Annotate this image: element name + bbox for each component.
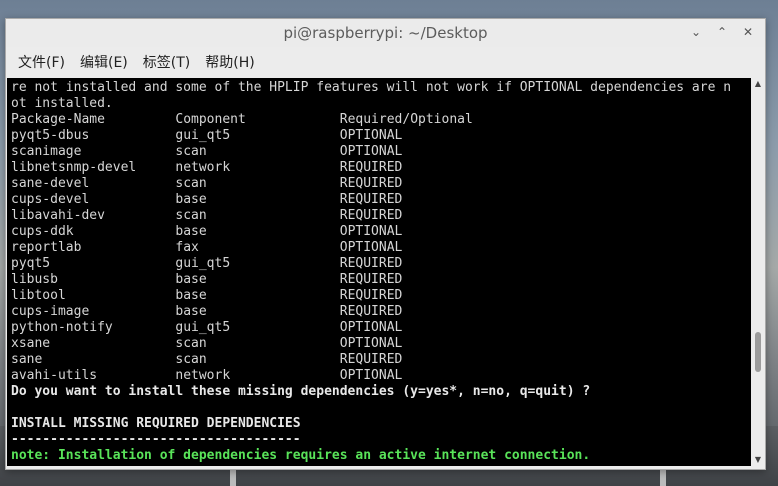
install-prompt: Do you want to install these missing dep… [11, 384, 591, 399]
table-row: pyqt5 gui_qt5 REQUIRED [11, 256, 751, 272]
row-name: sane [11, 352, 176, 367]
row-req: REQUIRED [339, 256, 403, 271]
table-row: libnetsnmp-devel network REQUIRED [11, 160, 751, 176]
table-row: sane-devel scan REQUIRED [11, 176, 751, 192]
row-name: pyqt5 [11, 256, 176, 271]
window-title: pi@raspberrypi: ~/Desktop [283, 24, 488, 42]
header-package: Package-Name [11, 112, 176, 127]
row-req: OPTIONAL [339, 320, 403, 335]
row-req: REQUIRED [339, 272, 403, 287]
row-req: REQUIRED [339, 288, 403, 303]
menu-tabs[interactable]: 标签(T) [137, 52, 196, 72]
table-row: libtool base REQUIRED [11, 288, 751, 304]
terminal-line: ot installed. [11, 96, 113, 111]
row-req: REQUIRED [339, 192, 403, 207]
close-button[interactable]: ✕ [741, 25, 755, 39]
menu-bar: 文件(F) 编辑(E) 标签(T) 帮助(H) [6, 47, 765, 76]
table-row: cups-image base REQUIRED [11, 304, 751, 320]
row-component: base [175, 304, 340, 319]
maximize-button[interactable]: ⌃ [715, 25, 729, 39]
menu-help[interactable]: 帮助(H) [199, 52, 260, 72]
row-req: REQUIRED [339, 352, 403, 367]
row-name: cups-ddk [11, 224, 176, 239]
divider-line: ------------------------------------- [11, 432, 301, 447]
table-row: xsane scan OPTIONAL [11, 336, 751, 352]
row-name: libavahi-dev [11, 208, 176, 223]
row-component: gui_qt5 [175, 320, 340, 335]
row-component: scan [175, 176, 340, 191]
title-bar[interactable]: pi@raspberrypi: ~/Desktop ⌄ ⌃ ✕ [6, 19, 765, 47]
row-name: libusb [11, 272, 176, 287]
table-row: scanimage scan OPTIONAL [11, 144, 751, 160]
row-req: OPTIONAL [339, 128, 403, 143]
scrollbar-thumb[interactable] [755, 332, 761, 372]
row-name: python-notify [11, 320, 176, 335]
terminal-output[interactable]: re not installed and some of the HPLIP f… [7, 78, 751, 466]
scroll-down-icon[interactable]: ▼ [752, 454, 764, 466]
row-name: xsane [11, 336, 176, 351]
header-component: Component [175, 112, 340, 127]
row-name: libtool [11, 288, 176, 303]
row-component: gui_qt5 [175, 128, 340, 143]
row-req: REQUIRED [339, 176, 403, 191]
row-req: OPTIONAL [339, 336, 403, 351]
row-component: scan [175, 336, 340, 351]
window-controls: ⌄ ⌃ ✕ [689, 25, 755, 39]
table-row: reportlab fax OPTIONAL [11, 240, 751, 256]
dependency-table: pyqt5-dbus gui_qt5 OPTIONAL scanimage sca… [11, 128, 751, 384]
row-component: base [175, 192, 340, 207]
table-row: cups-ddk base OPTIONAL [11, 224, 751, 240]
row-name: scanimage [11, 144, 176, 159]
row-name: libnetsnmp-devel [11, 160, 176, 175]
row-req: OPTIONAL [339, 144, 403, 159]
terminal-window: pi@raspberrypi: ~/Desktop ⌄ ⌃ ✕ 文件(F) 编辑… [5, 18, 766, 470]
row-req: REQUIRED [339, 160, 403, 175]
row-component: gui_qt5 [175, 256, 340, 271]
scrollbar[interactable]: ▲ ▼ [752, 78, 764, 466]
row-name: reportlab [11, 240, 176, 255]
row-name: sane-devel [11, 176, 176, 191]
table-row: sane scan REQUIRED [11, 352, 751, 368]
row-req: REQUIRED [339, 304, 403, 319]
terminal-line: re not installed and some of the HPLIP f… [11, 80, 732, 95]
row-req: REQUIRED [339, 208, 403, 223]
table-row: avahi-utils network OPTIONAL [11, 368, 751, 384]
row-component: base [175, 272, 340, 287]
table-row: libavahi-dev scan REQUIRED [11, 208, 751, 224]
table-header: Package-Name Component Required/Optional [11, 112, 751, 128]
table-row: pyqt5-dbus gui_qt5 OPTIONAL [11, 128, 751, 144]
row-req: OPTIONAL [339, 368, 403, 383]
scroll-up-icon[interactable]: ▲ [752, 78, 764, 90]
row-req: OPTIONAL [339, 240, 403, 255]
note-line: note: Installation of dependencies requi… [11, 448, 591, 463]
table-row: python-notify gui_qt5 OPTIONAL [11, 320, 751, 336]
row-component: network [175, 368, 340, 383]
menu-file[interactable]: 文件(F) [12, 52, 71, 72]
row-component: scan [175, 208, 340, 223]
table-row: libusb base REQUIRED [11, 272, 751, 288]
row-name: cups-image [11, 304, 176, 319]
row-name: cups-devel [11, 192, 176, 207]
row-component: scan [175, 352, 340, 367]
row-req: OPTIONAL [339, 224, 403, 239]
minimize-button[interactable]: ⌄ [689, 25, 703, 39]
row-component: fax [175, 240, 340, 255]
row-component: base [175, 288, 340, 303]
table-row: cups-devel base REQUIRED [11, 192, 751, 208]
row-name: avahi-utils [11, 368, 176, 383]
row-component: network [175, 160, 340, 175]
row-name: pyqt5-dbus [11, 128, 176, 143]
row-component: base [175, 224, 340, 239]
menu-edit[interactable]: 编辑(E) [74, 52, 134, 72]
section-title: INSTALL MISSING REQUIRED DEPENDENCIES [11, 416, 301, 431]
header-required: Required/Optional [339, 112, 473, 127]
row-component: scan [175, 144, 340, 159]
